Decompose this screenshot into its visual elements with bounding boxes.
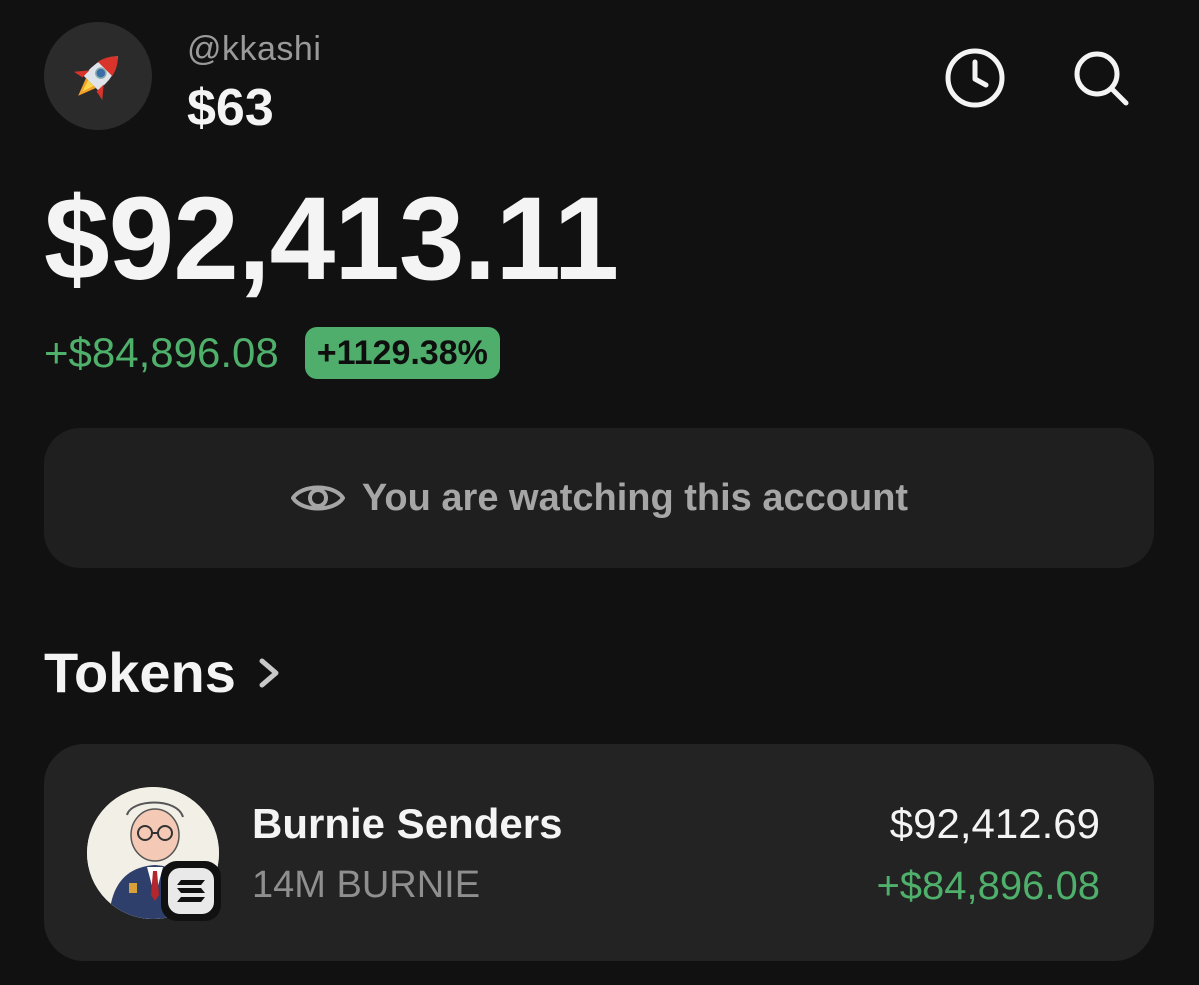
change-percent-badge: +1129.38% [304,326,500,380]
tokens-section-header[interactable]: Tokens [44,640,284,705]
wallet-screen: @kkashi $63 $92,413.11 +$84,896.08 +1129… [0,0,1199,985]
change-amount: +$84,896.08 [44,329,279,376]
token-name: Burnie Senders [252,800,563,847]
solana-icon [177,880,205,902]
token-row[interactable]: Burnie Senders 14M BURNIE $92,412.69 +$8… [44,744,1154,961]
token-value: $92,412.69 [889,800,1100,847]
history-button[interactable] [944,47,1006,109]
token-amount: 14M BURNIE [252,864,481,906]
token-change: +$84,896.08 [876,864,1100,908]
total-balance: $92,413.11 [44,173,619,305]
search-icon [1074,51,1129,106]
profile-avatar[interactable] [44,22,152,130]
chain-badge [161,861,221,921]
username: @kkashi [187,30,322,68]
account-balance-small: $63 [187,79,274,137]
watching-account-banner: You are watching this account [44,428,1154,568]
search-button[interactable] [1070,47,1132,109]
watching-account-text: You are watching this account [361,476,909,519]
tokens-section-title: Tokens [44,641,236,704]
clock-icon [945,48,1005,108]
chevron-right-icon [259,658,279,687]
eye-icon [290,485,345,511]
profile-header: @kkashi $63 [44,22,1154,137]
rocket-icon [73,56,118,101]
balance-change-row: +$84,896.08 +1129.38% [44,325,500,381]
